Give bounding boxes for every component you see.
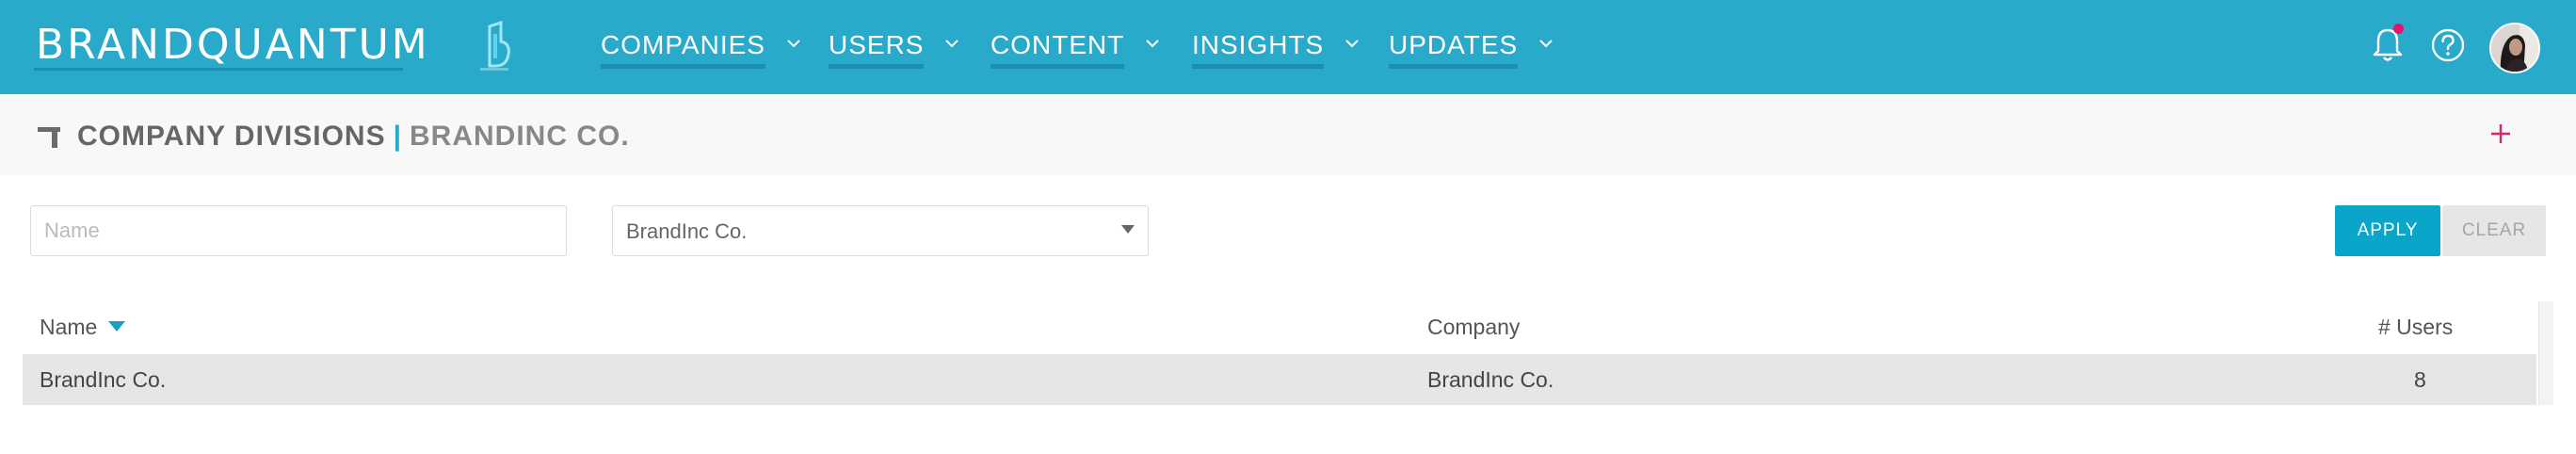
page-title-main: COMPANY DIVISIONS xyxy=(77,121,386,152)
corner-bracket-icon xyxy=(38,127,60,148)
brand-underline xyxy=(34,68,403,71)
plus-icon xyxy=(2491,124,2510,143)
avatar[interactable] xyxy=(2489,23,2540,73)
chevron-down-icon xyxy=(945,40,958,48)
column-header-company[interactable]: Company xyxy=(1427,315,1520,340)
table-scrollbar[interactable] xyxy=(2538,301,2553,405)
nav-companies-label: COMPANIES xyxy=(601,30,765,69)
nav-companies[interactable]: COMPANIES xyxy=(601,30,800,77)
clear-button[interactable]: CLEAR xyxy=(2442,205,2546,256)
nav-insights[interactable]: INSIGHTS xyxy=(1192,30,1359,77)
cell-users: 8 xyxy=(2414,367,2426,392)
nav-users-label: USERS xyxy=(829,30,925,69)
column-header-name-label: Name xyxy=(40,315,98,339)
chevron-down-icon xyxy=(1539,40,1553,48)
nav-content-label: CONTENT xyxy=(990,30,1125,69)
table-row[interactable]: BrandInc Co. BrandInc Co. 8 xyxy=(23,354,2536,405)
nav-users[interactable]: USERS xyxy=(829,30,958,77)
dropdown-caret-icon xyxy=(1121,225,1135,234)
user-avatar-image xyxy=(2491,24,2538,72)
column-header-users[interactable]: # Users xyxy=(2378,315,2453,340)
cell-name: BrandInc Co. xyxy=(40,367,167,392)
nav-updates[interactable]: UPDATES xyxy=(1389,30,1553,77)
company-filter-select[interactable]: BrandInc Co. xyxy=(612,205,1149,256)
apply-button[interactable]: APPLY xyxy=(2335,205,2440,256)
chevron-down-icon xyxy=(1146,40,1159,48)
top-nav-bar: BRANDQUANTUM COMPANIES USERS CONTENT INS… xyxy=(0,0,2576,94)
nav-content[interactable]: CONTENT xyxy=(990,30,1159,77)
company-logo-icon xyxy=(480,21,510,71)
cell-company: BrandInc Co. xyxy=(1427,367,1554,392)
brand-logo-text[interactable]: BRANDQUANTUM xyxy=(36,21,430,69)
column-header-name[interactable]: Name xyxy=(40,315,126,340)
add-division-button[interactable] xyxy=(2486,115,2516,153)
page-subtitle: BRANDINC CO. xyxy=(410,121,630,152)
sort-descending-icon xyxy=(108,321,126,332)
company-filter-value: BrandInc Co. xyxy=(626,219,748,243)
name-filter-input[interactable] xyxy=(30,205,567,256)
title-separator: | xyxy=(393,121,403,152)
nav-updates-label: UPDATES xyxy=(1389,30,1519,69)
nav-insights-label: INSIGHTS xyxy=(1192,30,1325,69)
chevron-down-icon xyxy=(787,40,800,48)
chevron-down-icon xyxy=(1345,40,1359,48)
notification-dot xyxy=(2393,24,2404,34)
page-title: COMPANY DIVISIONS | BRANDINC CO. xyxy=(77,121,630,153)
help-icon[interactable] xyxy=(2427,24,2469,66)
